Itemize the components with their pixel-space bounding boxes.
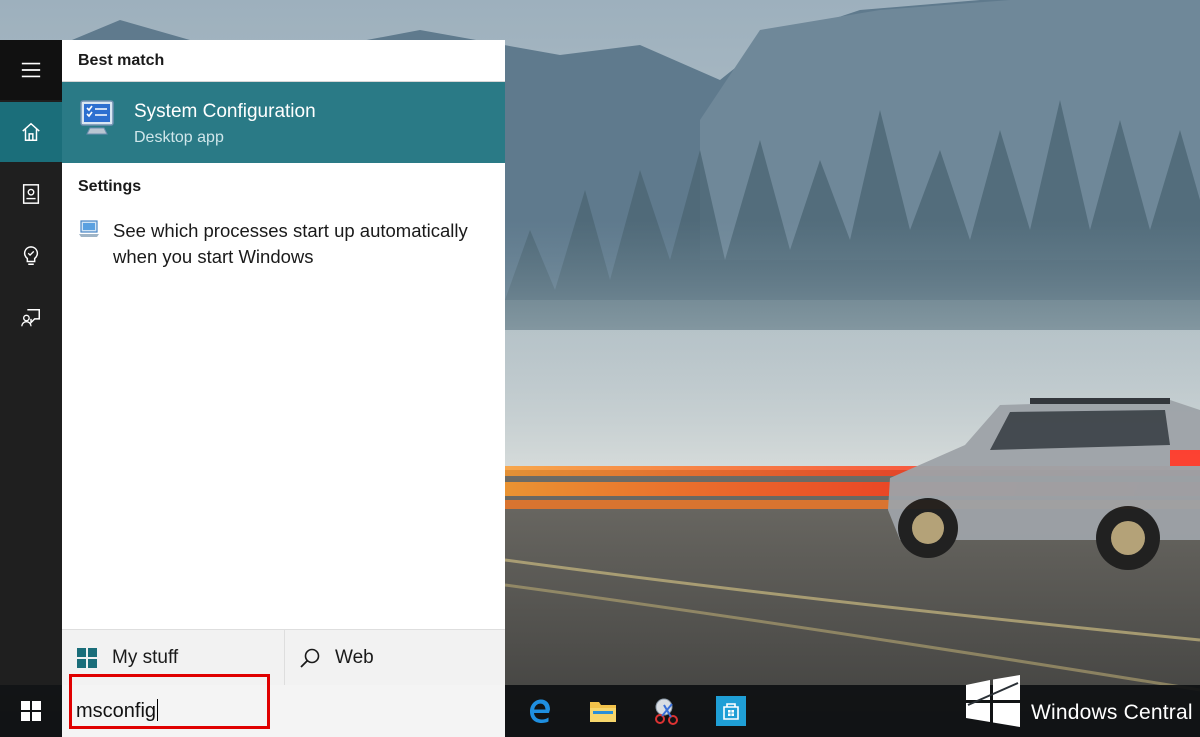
- hamburger-menu-icon: [21, 62, 41, 78]
- hamburger-menu-button[interactable]: [0, 40, 62, 100]
- notebook-button[interactable]: [0, 164, 62, 224]
- feedback-icon: [21, 309, 40, 327]
- feedback-button[interactable]: [0, 288, 62, 348]
- settings-result-startup[interactable]: See which processes start up automatical…: [62, 214, 505, 274]
- best-match-title: System Configuration: [134, 101, 316, 122]
- home-icon: [22, 122, 40, 141]
- search-icon: [300, 648, 320, 668]
- tab-web-label: Web: [335, 647, 374, 668]
- taskbar-app-edge[interactable]: [514, 685, 564, 737]
- windows-logo-icon: [77, 648, 97, 668]
- windows-start-icon: [21, 701, 41, 721]
- reminders-button[interactable]: [0, 226, 62, 286]
- best-match-result[interactable]: System Configuration Desktop app: [62, 82, 505, 163]
- start-button[interactable]: [0, 685, 62, 737]
- notebook-icon: [22, 184, 40, 204]
- settings-result-text: See which processes start up automatical…: [113, 220, 468, 267]
- best-match-heading: Best match: [78, 52, 165, 69]
- taskbar-app-file-explorer[interactable]: [578, 685, 628, 737]
- windows-central-logo: [966, 675, 1020, 727]
- home-button[interactable]: [0, 102, 62, 162]
- edge-icon: [530, 699, 550, 723]
- tab-my-stuff-label: My stuff: [112, 647, 179, 668]
- best-match-subtitle: Desktop app: [134, 129, 224, 146]
- cortana-nav-rail: [0, 40, 62, 685]
- reminders-icon: [23, 246, 39, 265]
- taskbar-app-snipping-tool[interactable]: [642, 685, 692, 737]
- tab-web[interactable]: Web: [284, 630, 505, 686]
- settings-heading: Settings: [78, 178, 142, 195]
- pc-settings-icon: [79, 220, 99, 237]
- search-highlight-annotation: [69, 674, 270, 729]
- store-icon: [716, 696, 746, 726]
- watermark-text: Windows Central: [1031, 701, 1193, 724]
- snipping-tool-icon: [655, 698, 678, 725]
- search-results-panel: Best match System Configuration Desktop …: [62, 40, 505, 686]
- taskbar-app-store[interactable]: [706, 685, 756, 737]
- system-configuration-icon: [80, 100, 114, 135]
- file-explorer-icon: [590, 702, 616, 722]
